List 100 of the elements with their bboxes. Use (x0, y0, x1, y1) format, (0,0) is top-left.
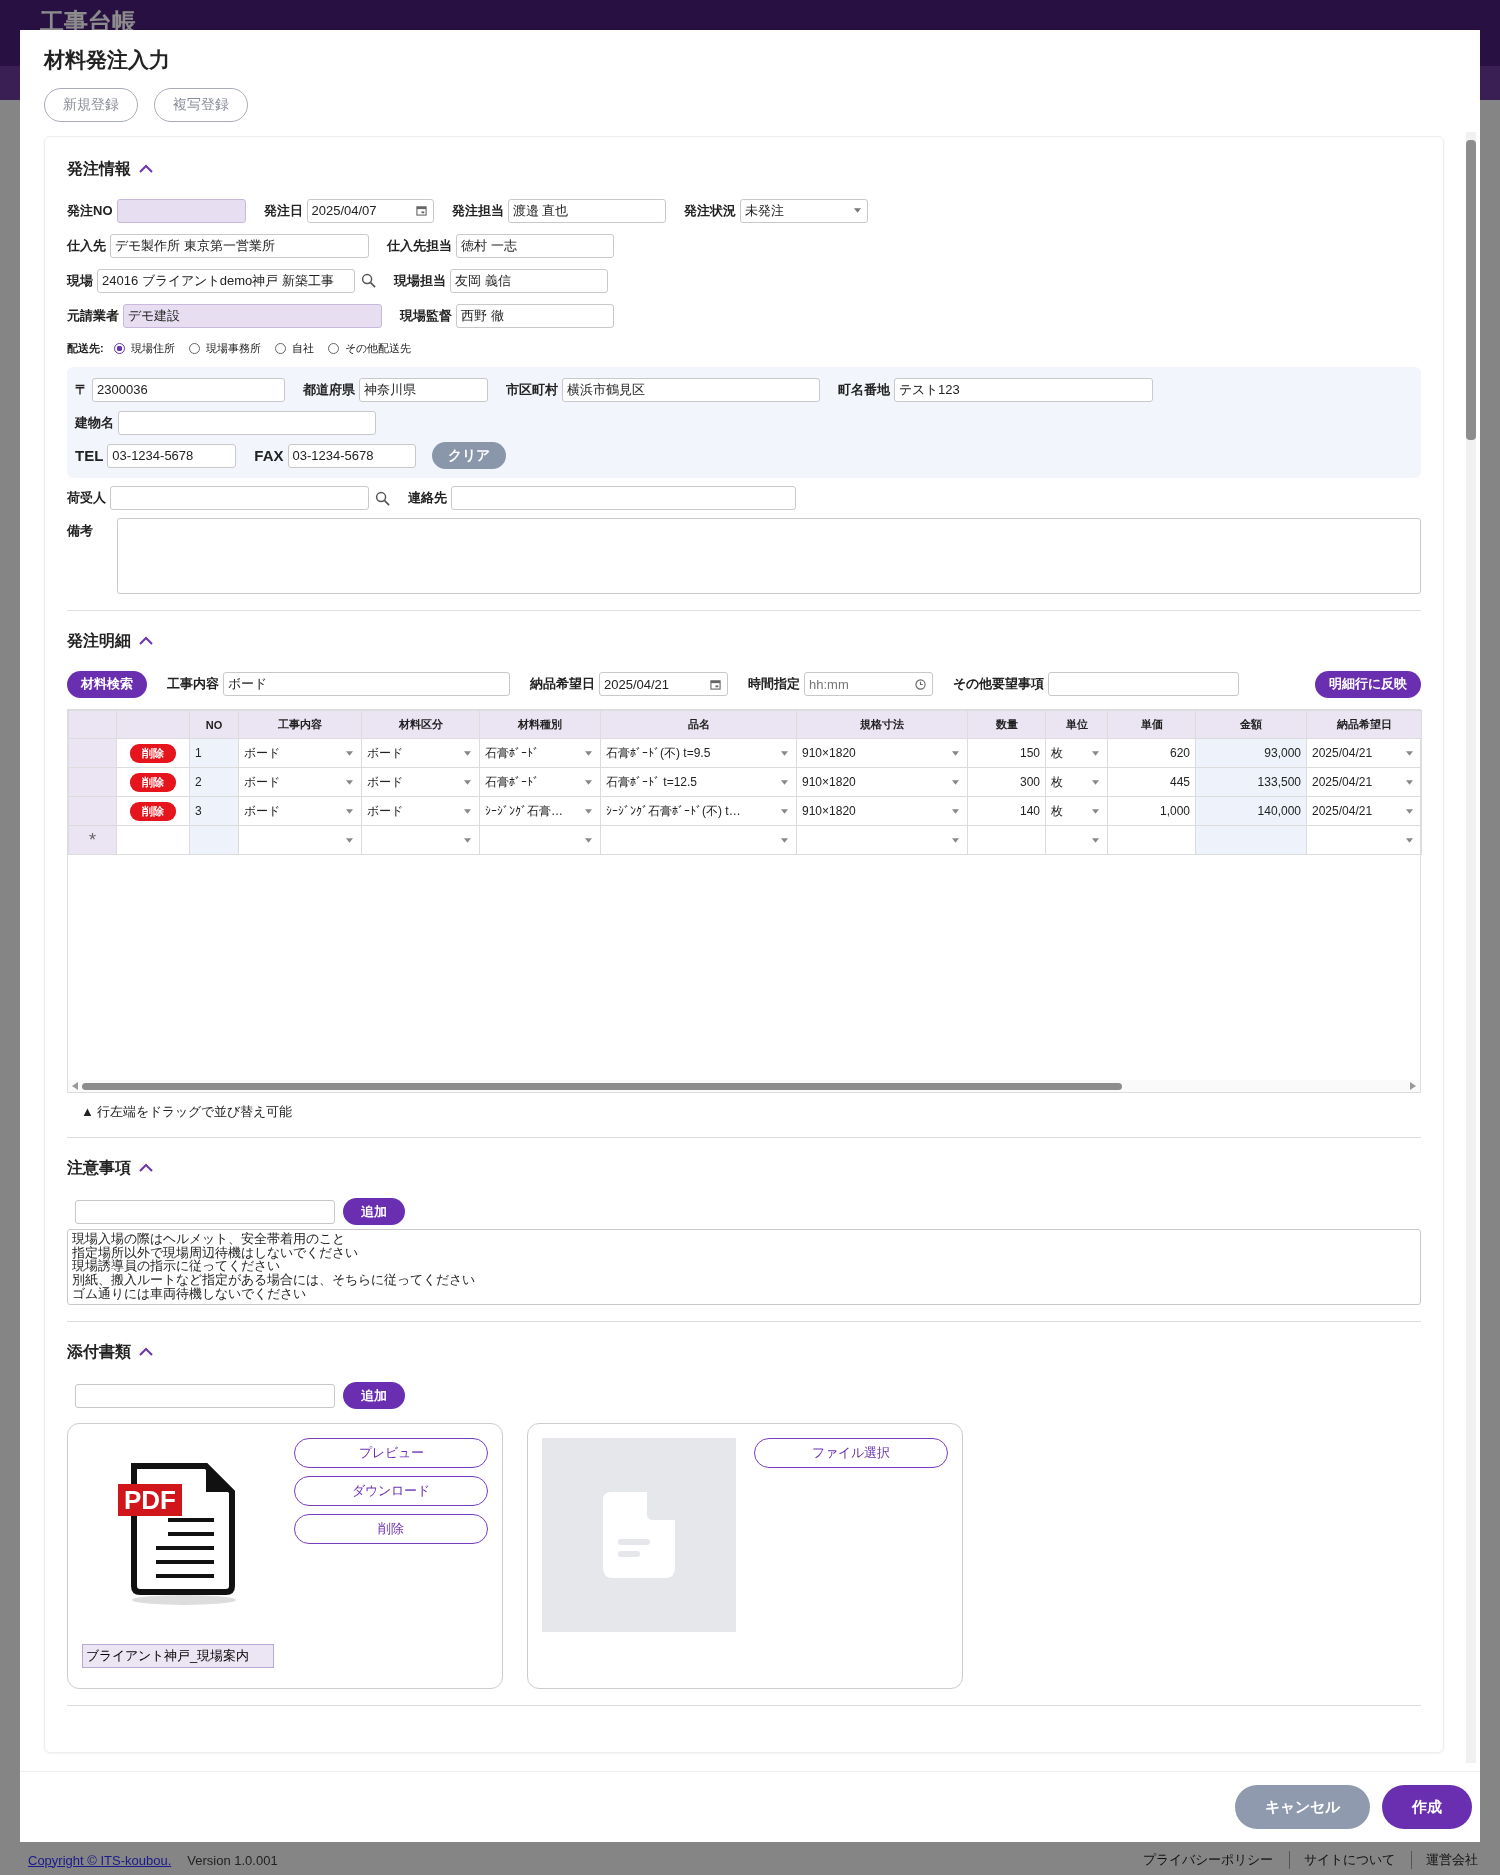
table-cell[interactable]: 300 (967, 767, 1046, 797)
text-field[interactable]: 2300036 (92, 377, 285, 402)
text-field[interactable]: 24016 ブライアントdemo神戸 新築工事 (97, 268, 355, 293)
column-header[interactable]: 材料区分 (361, 710, 480, 739)
text-field[interactable]: ボード (223, 672, 510, 696)
table-cell[interactable]: ボード (361, 767, 480, 797)
caret-icon[interactable] (464, 809, 471, 814)
table-cell[interactable]: 150 (967, 738, 1046, 768)
delete-button[interactable]: 削除 (130, 772, 176, 792)
horizontal-scrollbar[interactable] (68, 1080, 1420, 1092)
apply-button[interactable]: 明細行に反映 (1315, 670, 1421, 698)
caret-icon[interactable] (952, 780, 959, 785)
text-field[interactable] (118, 410, 376, 435)
table-cell[interactable]: 93,000 (1195, 738, 1307, 768)
table-cell[interactable]: 枚 (1045, 738, 1108, 768)
text-field[interactable]: 西野 徹 (456, 303, 614, 328)
calendar-icon[interactable] (415, 205, 427, 216)
table-cell[interactable]: 1,000 (1107, 796, 1196, 826)
radio-option[interactable]: その他配送先 (327, 340, 411, 356)
row-handle[interactable] (68, 767, 117, 797)
text-field[interactable] (75, 1383, 335, 1408)
table-cell[interactable]: 910×1820 (796, 796, 968, 826)
add-button[interactable]: 追加 (343, 1198, 405, 1225)
caret-icon[interactable] (1406, 838, 1413, 843)
text-field[interactable]: 徳村 一志 (456, 233, 614, 258)
table-cell[interactable]: 石膏ﾎﾞｰﾄﾞ (479, 738, 601, 768)
row-handle[interactable] (68, 738, 117, 768)
file-action-button[interactable]: ダウンロード (294, 1476, 488, 1506)
column-header[interactable]: 金額 (1195, 710, 1307, 739)
date-field[interactable]: 2025/04/07 (306, 198, 434, 223)
radio-option[interactable]: 自社 (274, 340, 314, 356)
table-cell[interactable]: 140 (967, 796, 1046, 826)
text-field[interactable]: 横浜市鶴見区 (562, 377, 820, 402)
text-field[interactable]: 渡邉 直也 (507, 198, 666, 223)
copyright-link[interactable]: Copyright © ITS-koubou. (28, 1852, 172, 1868)
table-cell[interactable]: ボード (238, 796, 362, 826)
remarks-field[interactable] (117, 518, 1421, 594)
table-cell[interactable]: ボード (238, 767, 362, 797)
caret-icon[interactable] (1406, 809, 1413, 814)
table-cell[interactable]: 枚 (1045, 767, 1108, 797)
table-cell[interactable]: 140,000 (1195, 796, 1307, 826)
table-cell[interactable]: ボード (361, 738, 480, 768)
caret-icon[interactable] (464, 780, 471, 785)
add-button[interactable]: 追加 (343, 1382, 405, 1409)
caret-icon[interactable] (464, 838, 471, 843)
column-header[interactable]: NO (189, 710, 239, 739)
caret-icon[interactable] (346, 809, 353, 814)
row-handle[interactable] (68, 796, 117, 826)
text-field[interactable] (1048, 672, 1239, 696)
scroll-right-icon[interactable] (1410, 1082, 1416, 1090)
caret-icon[interactable] (1092, 838, 1099, 843)
table-cell[interactable]: ボード (361, 796, 480, 826)
footer-link[interactable]: サイトについて (1289, 1851, 1395, 1869)
text-field[interactable]: デモ建設 (123, 303, 382, 328)
text-field[interactable]: 友岡 義信 (450, 268, 608, 293)
table-cell[interactable]: 620 (1107, 738, 1196, 768)
caret-icon[interactable] (346, 751, 353, 756)
column-header[interactable]: 納品希望日 (1306, 710, 1422, 739)
table-cell[interactable]: ｼｰｼﾞﾝｸﾞ石膏… (479, 796, 601, 826)
caret-icon[interactable] (781, 838, 788, 843)
caret-icon[interactable] (1406, 780, 1413, 785)
caret-icon[interactable] (952, 838, 959, 843)
file-action-button[interactable]: プレビュー (294, 1438, 488, 1468)
text-field[interactable] (116, 198, 246, 223)
file-action-button[interactable]: ファイル選択 (754, 1438, 948, 1468)
column-header[interactable]: 規格寸法 (796, 710, 968, 739)
table-cell[interactable]: 910×1820 (796, 738, 968, 768)
text-field[interactable]: 03-1234-5678 (287, 443, 416, 468)
column-header[interactable]: 単位 (1045, 710, 1108, 739)
text-field[interactable]: デモ製作所 東京第一営業所 (110, 233, 369, 258)
table-cell[interactable]: 445 (1107, 767, 1196, 797)
table-cell[interactable]: 2025/04/21 (1306, 796, 1422, 826)
text-field[interactable] (451, 486, 796, 510)
date-field[interactable]: 2025/04/21 (599, 672, 728, 696)
caret-icon[interactable] (781, 780, 788, 785)
chevron-icon[interactable] (139, 1347, 153, 1357)
material-search-button[interactable]: 材料検索 (67, 670, 147, 698)
clock-icon[interactable] (915, 678, 926, 690)
table-cell[interactable]: 2025/04/21 (1306, 767, 1422, 797)
caret-icon[interactable] (1406, 751, 1413, 756)
caret-icon[interactable] (585, 751, 592, 756)
caret-icon[interactable] (853, 208, 861, 213)
caret-icon[interactable] (1092, 780, 1099, 785)
table-cell[interactable]: 石膏ﾎﾞｰﾄﾞ(不) t=9.5 (600, 738, 797, 768)
caret-icon[interactable] (464, 751, 471, 756)
table-cell[interactable]: 石膏ﾎﾞｰﾄﾞ t=12.5 (600, 767, 797, 797)
radio-option[interactable]: 現場事務所 (188, 340, 261, 356)
dropdown[interactable]: 未発注 (739, 198, 868, 223)
text-field[interactable]: 神奈川県 (359, 377, 488, 402)
search-icon[interactable] (375, 490, 390, 506)
radio-option[interactable]: 現場住所 (113, 340, 175, 356)
text-field[interactable]: テスト123 (894, 377, 1153, 402)
caret-icon[interactable] (952, 751, 959, 756)
caret-icon[interactable] (585, 838, 592, 843)
caret-icon[interactable] (781, 809, 788, 814)
table-cell[interactable]: 133,500 (1195, 767, 1307, 797)
search-icon[interactable] (361, 273, 376, 288)
text-field[interactable]: 03-1234-5678 (107, 443, 237, 468)
scrollbar[interactable] (1466, 132, 1476, 1763)
caret-icon[interactable] (952, 809, 959, 814)
